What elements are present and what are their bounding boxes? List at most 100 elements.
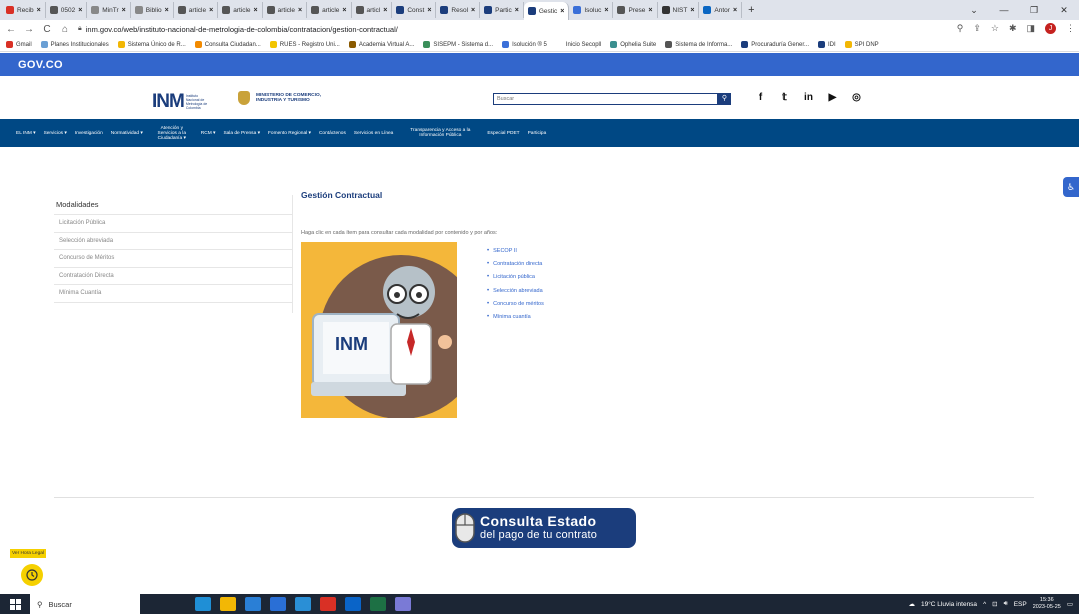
taskbar-clock[interactable]: 15:36 2023-05-25 <box>1033 597 1061 611</box>
ie-icon[interactable] <box>295 597 311 611</box>
bookmark-item[interactable]: Consulta Ciudadan... <box>194 41 261 48</box>
close-tab-icon[interactable]: × <box>165 7 169 14</box>
close-window-button[interactable]: ✕ <box>1049 5 1079 16</box>
sidebar-item[interactable]: Concurso de Méritos <box>54 250 292 268</box>
extensions-icon[interactable]: ✱ <box>1009 23 1017 34</box>
nav-item[interactable]: Transparencia y Acceso a la Información … <box>401 128 479 138</box>
nav-item[interactable]: EL INM ▾ <box>16 131 36 136</box>
close-tab-icon[interactable]: × <box>427 7 431 14</box>
share-icon[interactable]: ⇪ <box>973 23 981 34</box>
modalidad-link[interactable]: Contratación directa <box>487 257 544 270</box>
nav-item[interactable]: Participa <box>528 131 547 136</box>
close-tab-icon[interactable]: × <box>733 7 737 14</box>
chrome-icon[interactable] <box>320 597 336 611</box>
taskbar-search[interactable]: ⚲ Buscar <box>30 594 140 614</box>
browser-tab[interactable]: article × <box>307 2 352 18</box>
browser-tab[interactable]: Partic × <box>480 2 524 18</box>
nav-item[interactable]: Servicios en Línea <box>354 131 393 136</box>
mail-icon[interactable] <box>270 597 286 611</box>
facebook-icon[interactable]: f <box>755 92 766 103</box>
close-tab-icon[interactable]: × <box>604 7 608 14</box>
maximize-button[interactable]: ❐ <box>1019 5 1049 16</box>
browser-tab[interactable]: articl × <box>352 2 393 18</box>
nav-item[interactable]: Sala de Prensa ▾ <box>223 131 260 136</box>
close-tab-icon[interactable]: × <box>471 7 475 14</box>
bookmark-star-icon[interactable]: ☆ <box>991 23 999 34</box>
weather-icon[interactable]: ☁ <box>908 600 915 608</box>
more-menu-icon[interactable]: ⋮ <box>1066 23 1075 34</box>
modalidad-link[interactable]: Concurso de méritos <box>487 297 544 310</box>
bookmark-item[interactable]: SPI DNP <box>844 41 879 48</box>
youtube-icon[interactable]: ▶ <box>827 92 838 103</box>
browser-tab[interactable]: Const × <box>392 2 437 18</box>
forward-button[interactable]: → <box>24 24 34 35</box>
hora-legal-label[interactable]: Ver Hora Legal <box>10 549 46 558</box>
bookmark-item[interactable]: SISEPM - Sistema d... <box>423 41 493 48</box>
nav-item[interactable]: Normatividad ▾ <box>111 131 143 136</box>
close-tab-icon[interactable]: × <box>648 7 652 14</box>
modalidad-link[interactable]: Selección abreviada <box>487 284 544 297</box>
browser-tab[interactable]: article × <box>218 2 263 18</box>
browser-tab[interactable]: Resol × <box>436 2 481 18</box>
windows-start-icon[interactable] <box>0 594 30 614</box>
browser-tab[interactable]: article × <box>174 2 219 18</box>
volume-icon[interactable]: 🔊︎ <box>1004 600 1008 608</box>
browser-tab[interactable]: Recib × <box>2 2 46 18</box>
nav-item[interactable]: Fomento Regional ▾ <box>268 131 311 136</box>
browser-tab[interactable]: Antor × <box>699 2 743 18</box>
close-tab-icon[interactable]: × <box>209 7 213 14</box>
sidebar-icon[interactable]: ◨ <box>1026 23 1035 34</box>
bookmark-item[interactable]: RUES - Registro Uni... <box>269 41 340 48</box>
govco-logo[interactable]: GOV.CO <box>18 59 63 71</box>
bookmark-item[interactable]: Procuraduría Gener... <box>741 41 809 48</box>
close-tab-icon[interactable]: × <box>515 7 519 14</box>
sidebar-item[interactable]: Mínima Cuantía <box>54 285 292 303</box>
back-button[interactable]: ← <box>6 24 16 35</box>
inm-logo[interactable]: INM Instituto Nacional de Metrología de … <box>152 91 212 113</box>
file-explorer-icon[interactable] <box>220 597 236 611</box>
ministry-logo[interactable]: MINISTERIO DE COMERCIO, INDUSTRIA Y TURI… <box>238 91 346 105</box>
bookmark-item[interactable]: Gmail <box>6 41 32 48</box>
close-tab-icon[interactable]: × <box>383 7 387 14</box>
bookmark-item[interactable]: Sistema Único de R... <box>117 41 186 48</box>
bookmark-item[interactable]: Ophelia Suite <box>610 41 656 48</box>
minimize-button[interactable]: — <box>989 5 1019 15</box>
nav-item[interactable]: Especial PDET <box>487 131 519 136</box>
home-button[interactable]: ⌂ <box>60 24 70 35</box>
browser-tab[interactable]: MinTr × <box>87 2 131 18</box>
excel-icon[interactable] <box>370 597 386 611</box>
browser-tab[interactable]: Biblio × <box>131 2 174 18</box>
url-field[interactable]: 🔒︎ inm.gov.co/web/instituto-nacional-de-… <box>78 25 398 34</box>
task-view-icon[interactable] <box>170 597 186 611</box>
modalidad-link[interactable]: Licitación pública <box>487 271 544 284</box>
profile-avatar[interactable]: J <box>1045 23 1056 34</box>
tab-search-icon[interactable]: ⌄ <box>959 5 989 16</box>
paint-icon[interactable] <box>395 597 411 611</box>
browser-tab[interactable]: NIST × <box>658 2 700 18</box>
nav-item[interactable]: Investigación <box>75 131 103 136</box>
notifications-icon[interactable]: ▭ <box>1067 600 1073 608</box>
sidebar-item[interactable]: Contratación Directa <box>54 268 292 285</box>
store-icon[interactable] <box>245 597 261 611</box>
accessibility-icon[interactable]: ♿︎ <box>1063 177 1079 197</box>
browser-tab[interactable]: article × <box>263 2 308 18</box>
weather-text[interactable]: 19°C Lluvia intensa <box>921 601 977 608</box>
close-tab-icon[interactable]: × <box>298 7 302 14</box>
bookmark-item[interactable]: Planes Institucionales <box>40 41 109 48</box>
close-tab-icon[interactable]: × <box>78 7 82 14</box>
edge-icon[interactable] <box>195 597 211 611</box>
close-tab-icon[interactable]: × <box>560 8 564 15</box>
linkedin-icon[interactable]: in <box>803 92 814 103</box>
browser-tab[interactable]: Gestic × <box>523 2 570 20</box>
sidebar-item[interactable]: Selección abreviada <box>54 233 292 250</box>
close-tab-icon[interactable]: × <box>122 7 126 14</box>
close-tab-icon[interactable]: × <box>342 7 346 14</box>
reload-button[interactable]: C <box>42 24 52 35</box>
outlook-icon[interactable] <box>345 597 361 611</box>
nav-item[interactable]: Servicios ▾ <box>44 131 67 136</box>
search-icon[interactable]: ⚲ <box>718 93 731 105</box>
close-tab-icon[interactable]: × <box>37 7 41 14</box>
browser-tab[interactable]: Prese × <box>613 2 658 18</box>
bookmark-item[interactable]: Sistema de Informa... <box>665 41 732 48</box>
site-search-input[interactable] <box>493 93 718 105</box>
